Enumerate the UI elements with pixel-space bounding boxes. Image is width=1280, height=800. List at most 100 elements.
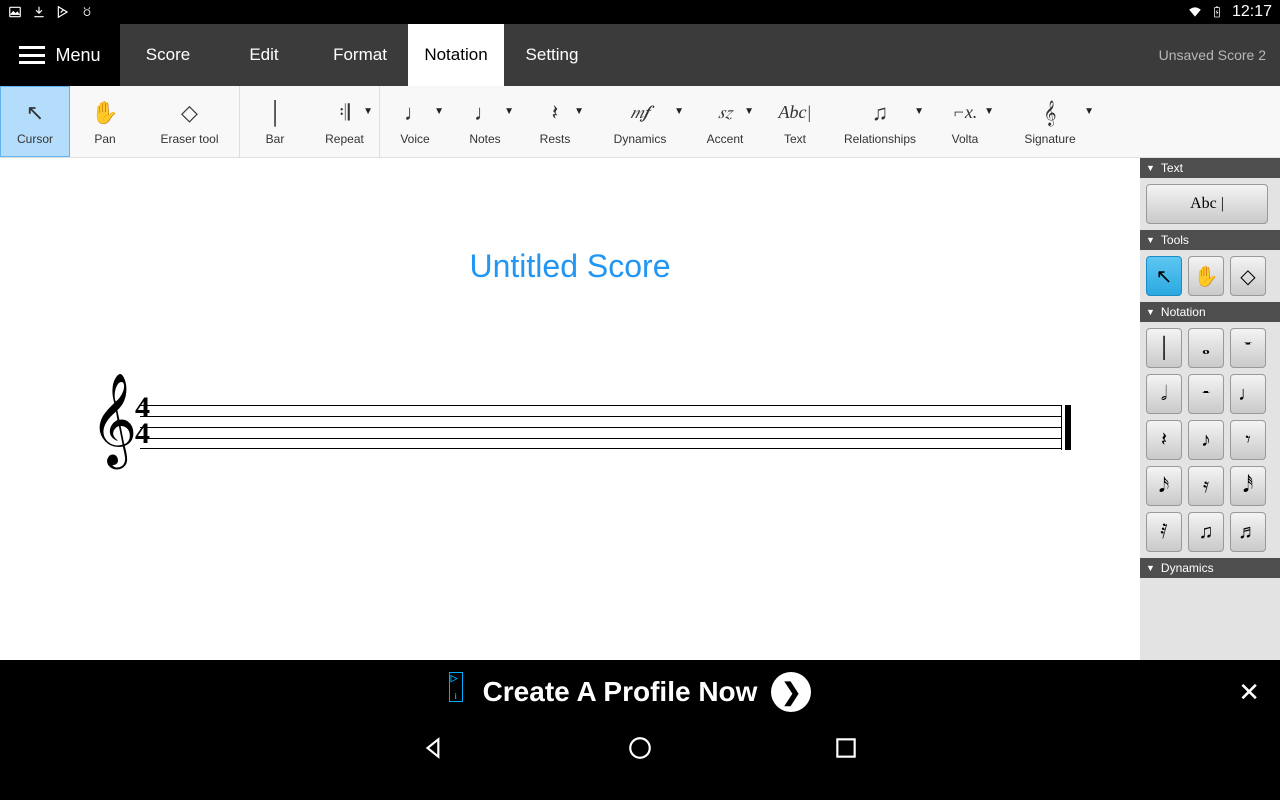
dropdown-caret-icon: ▼	[504, 106, 514, 117]
tool-text[interactable]: Abc| Text	[760, 86, 830, 157]
dynamics-icon: 𝆐𝆑	[631, 98, 650, 128]
tool-label: Volta	[952, 132, 979, 146]
android-debug-icon	[80, 5, 94, 19]
ad-banner: Create A Profile Now ❯ ✕	[0, 660, 1280, 724]
side-notation-button[interactable]: ♫	[1188, 512, 1224, 552]
side-section-text-header[interactable]: ▼Text	[1140, 158, 1280, 178]
collapse-icon: ▼	[1146, 163, 1155, 173]
nav-back-button[interactable]	[421, 735, 447, 766]
tool-repeat[interactable]: 𝄇 ▼ Repeat	[310, 86, 380, 157]
side-section-dynamics-header[interactable]: ▼Dynamics	[1140, 558, 1280, 578]
ad-close-button[interactable]: ✕	[1238, 677, 1260, 708]
tool-label: Text	[784, 132, 806, 146]
tool-rests[interactable]: 𝄽▼Rests	[520, 86, 590, 157]
side-notation-button[interactable]: ♬	[1230, 512, 1266, 552]
cursor-icon: ↖	[26, 98, 44, 128]
tool-accent[interactable]: 𝆍𝆎▼Accent	[690, 86, 760, 157]
nav-recent-button[interactable]	[833, 735, 859, 766]
android-nav-bar	[0, 724, 1280, 776]
menu-label: Menu	[55, 45, 100, 66]
side-section-tools-header[interactable]: ▼Tools	[1140, 230, 1280, 250]
eraser-tool-icon: ◇	[181, 98, 198, 128]
accent-icon: 𝆍𝆎	[718, 98, 732, 128]
tool-voice[interactable]: ♩▼Voice	[380, 86, 450, 157]
tool-dynamics[interactable]: 𝆐𝆑 ▼ Dynamics	[590, 86, 690, 157]
tool-notes[interactable]: ♩ ▼ Notes	[450, 86, 520, 157]
dropdown-caret-icon: ▼	[434, 106, 444, 117]
dropdown-caret-icon: ▼	[363, 106, 373, 117]
side-notation-button[interactable]: 𝅘𝅥𝅯	[1146, 466, 1182, 506]
tool-volta[interactable]: ⌐x. ▼ Volta	[930, 86, 1000, 157]
tool-label: Relationships	[844, 132, 916, 146]
side-notation-button[interactable]: 𝄽	[1146, 420, 1182, 460]
side-notation-button[interactable]: 𝅗𝅥	[1146, 374, 1182, 414]
tab-format[interactable]: Format	[312, 24, 408, 86]
menu-button[interactable]: Menu	[0, 24, 120, 86]
signature-icon: 𝄞	[1043, 98, 1056, 128]
tool-label: Bar	[266, 132, 285, 146]
rests-icon: 𝄽	[552, 98, 559, 128]
side-notation-button[interactable]: ♪	[1188, 420, 1224, 460]
repeat-icon: 𝄇	[339, 98, 350, 128]
tool-cursor[interactable]: ↖ Cursor	[0, 86, 70, 157]
download-icon	[32, 5, 46, 19]
status-time: 12:17	[1232, 3, 1272, 21]
side-tool-button[interactable]: ✋	[1188, 256, 1224, 296]
dropdown-caret-icon: ▼	[574, 106, 584, 117]
staff-lines	[140, 405, 1070, 449]
side-panel: ▼Text Abc | ▼Tools ↖✋◇ ▼Notation │𝅝𝄻 𝅗𝅥𝄼♩…	[1140, 158, 1280, 660]
side-notation-button[interactable]: 𝄻	[1230, 328, 1266, 368]
ad-arrow-icon: ❯	[771, 672, 811, 712]
ad-text: Create A Profile Now	[483, 676, 758, 708]
play-store-icon	[56, 5, 70, 19]
tab-score[interactable]: Score	[120, 24, 216, 86]
side-tool-button[interactable]: ◇	[1230, 256, 1266, 296]
side-tool-button[interactable]: ↖	[1146, 256, 1182, 296]
document-title: Unsaved Score 2	[1159, 24, 1280, 86]
score-canvas[interactable]: Untitled Score 𝄞 4 4	[0, 158, 1140, 660]
dropdown-caret-icon: ▼	[984, 106, 994, 117]
side-notation-button[interactable]: 𝄼	[1188, 374, 1224, 414]
dropdown-caret-icon: ▼	[674, 106, 684, 117]
main-area: Untitled Score 𝄞 4 4 ▼Text Abc | ▼Tools …	[0, 158, 1280, 660]
ad-content[interactable]: Create A Profile Now ❯	[449, 672, 832, 712]
nav-home-button[interactable]	[627, 735, 653, 766]
tool-label: Voice	[400, 132, 429, 146]
collapse-icon: ▼	[1146, 235, 1155, 245]
relationships-icon: ♫	[872, 98, 889, 128]
side-notation-button[interactable]: ♩	[1230, 374, 1266, 414]
tool-label: Repeat	[325, 132, 364, 146]
score-title[interactable]: Untitled Score	[470, 248, 671, 285]
side-notation-button[interactable]: 𝄿	[1188, 466, 1224, 506]
tool-label: Notes	[469, 132, 500, 146]
dropdown-caret-icon: ▼	[1084, 106, 1094, 117]
wifi-icon	[1188, 5, 1202, 19]
tool-signature[interactable]: 𝄞▼Signature	[1000, 86, 1100, 157]
tool-eraser-tool[interactable]: ◇Eraser tool	[140, 86, 240, 157]
collapse-icon: ▼	[1146, 563, 1155, 573]
side-notation-button[interactable]: 𝄾	[1230, 420, 1266, 460]
tool-relationships[interactable]: ♫ ▼ Relationships	[830, 86, 930, 157]
side-notation-button[interactable]: 𝅘𝅥𝅰	[1230, 466, 1266, 506]
tool-pan[interactable]: ✋Pan	[70, 86, 140, 157]
tab-notation[interactable]: Notation	[408, 24, 504, 86]
text-icon: Abc|	[779, 98, 812, 128]
side-section-notation-header[interactable]: ▼Notation	[1140, 302, 1280, 322]
pan-icon: ✋	[91, 98, 118, 128]
tool-label: Dynamics	[614, 132, 667, 146]
ad-badge-icon	[449, 672, 463, 702]
dropdown-caret-icon: ▼	[744, 106, 754, 117]
collapse-icon: ▼	[1146, 307, 1155, 317]
side-notation-button[interactable]: 𝅝	[1188, 328, 1224, 368]
side-notation-button[interactable]: 𝅀	[1146, 512, 1182, 552]
tool-bar[interactable]: │Bar	[240, 86, 310, 157]
volta-icon: ⌐x.	[953, 98, 978, 128]
notes-icon: ♩	[474, 98, 496, 128]
tab-edit[interactable]: Edit	[216, 24, 312, 86]
tab-setting[interactable]: Setting	[504, 24, 600, 86]
dropdown-caret-icon: ▼	[914, 106, 924, 117]
tool-label: Cursor	[17, 132, 53, 146]
side-notation-button[interactable]: │	[1146, 328, 1182, 368]
treble-clef-icon: 𝄞	[90, 375, 137, 466]
side-text-button[interactable]: Abc |	[1146, 184, 1268, 224]
